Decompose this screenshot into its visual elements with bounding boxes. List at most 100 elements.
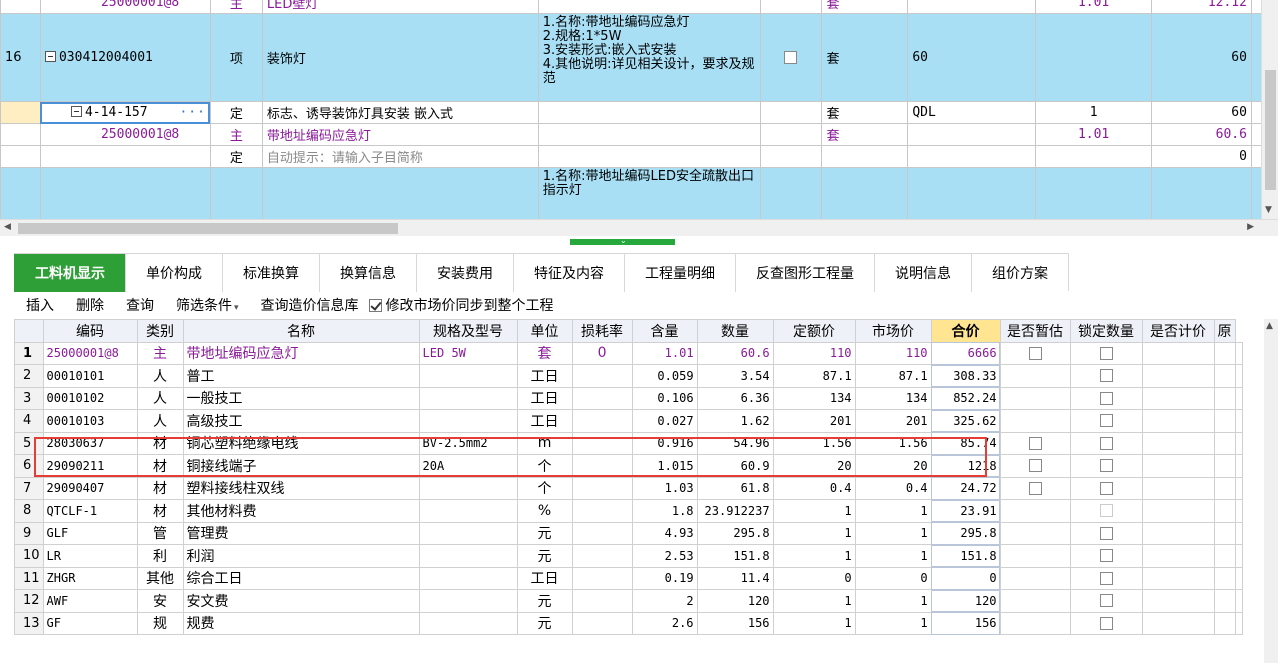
resource-spec[interactable]: BV-2.5mm2 [418,431,518,455]
cell-lock-quantity[interactable] [1069,611,1143,635]
resource-quantity[interactable]: 1.62 [696,409,774,433]
resource-name[interactable]: 其他材料费 [182,499,420,523]
item-qty-expr[interactable] [907,0,1037,14]
resource-quantity[interactable]: 54.96 [696,431,774,455]
resource-code[interactable]: 25000001@8 [42,341,138,365]
checkbox[interactable] [1099,459,1113,473]
checkbox[interactable] [1099,571,1113,585]
col-is-priced[interactable]: 是否计价 [1141,319,1215,343]
table-row[interactable]: 10 LR 利利润元 2.53 151.8 1 1 151.8 [14,544,1243,568]
table-row[interactable]: 4-14-157 ··· 定 标志、诱导装饰灯具安装 嵌入式 套 QDL 1 60 [0,101,1278,124]
item-qty[interactable]: 1.01 [1035,123,1153,146]
resource-code[interactable]: 29090211 [42,454,138,478]
resource-quantity[interactable]: 3.54 [696,364,774,388]
item-code[interactable]: 030412004001 [39,13,211,102]
item-name-hint[interactable]: 自动提示：请输入子目简称 [261,145,539,168]
col-quota-price[interactable]: 定额价 [772,319,856,343]
resource-market-price[interactable]: 134 [854,386,932,410]
table-row[interactable]: 16 030412004001 项 装饰灯 1.名称:带地址编码应急灯 2.规格… [0,13,1278,102]
cell-is-estimate[interactable] [999,341,1071,365]
tab-installation-fees[interactable]: 安装费用 [416,254,513,292]
resource-loss-rate[interactable] [571,476,633,500]
checkbox[interactable] [1099,346,1113,360]
tab-description[interactable]: 说明信息 [874,254,971,292]
cell-lock-quantity[interactable] [1069,341,1143,365]
tab-features-content[interactable]: 特征及内容 [513,254,624,292]
col-market-price[interactable]: 市场价 [854,319,932,343]
cell-lock-quantity[interactable] [1069,454,1143,478]
scroll-up-icon[interactable]: ▲ [1266,321,1273,331]
tab-reverse-graphic-quantity[interactable]: 反查图形工程量 [735,254,874,292]
query-button[interactable]: 查询 [126,295,154,315]
col-original[interactable]: 原 [1213,319,1236,343]
item-qty-expr[interactable] [907,123,1037,146]
resource-code[interactable]: GF [42,611,138,635]
resource-spec[interactable] [418,566,518,590]
scrollbar-thumb[interactable] [18,223,398,234]
resource-content[interactable]: 2 [631,589,698,613]
resource-unit[interactable]: 工日 [516,364,573,388]
item-features[interactable]: 1.名称:带地址编码应急灯 2.规格:1*5W 3.安装形式:嵌入式安装 4.其… [537,13,761,102]
resource-quantity[interactable]: 60.9 [696,454,774,478]
resource-name[interactable]: 铜芯塑料绝缘电线 [182,431,420,455]
collapse-icon[interactable] [70,106,82,117]
checkbox[interactable] [1099,391,1113,405]
cell-is-estimate[interactable] [999,611,1071,635]
checkbox[interactable] [1099,436,1113,450]
item-name[interactable]: LED壁灯 [261,0,539,14]
resource-loss-rate[interactable] [571,454,633,478]
cell-lock-quantity[interactable] [1069,386,1143,410]
item-qty-expr[interactable]: 60 [907,13,1037,102]
resource-loss-rate[interactable] [571,499,633,523]
table-row[interactable]: 9 GLF 管管理费元 4.93 295.8 1 1 295.8 [14,521,1243,545]
cell-lock-quantity[interactable] [1069,589,1143,613]
scrollbar-thumb[interactable] [1265,70,1276,190]
table-row[interactable]: 定 自动提示：请输入子目简称 0 [0,145,1278,168]
resource-spec[interactable] [418,409,518,433]
table-row[interactable]: 13 GF 规规费元 2.6 156 1 1 156 [14,611,1243,635]
resource-content[interactable]: 0.916 [631,431,698,455]
cell-lock-quantity[interactable] [1069,364,1143,388]
checkbox[interactable] [1099,369,1113,383]
resource-code[interactable]: AWF [42,589,138,613]
resource-quantity[interactable]: 120 [696,589,774,613]
tab-quantity-details[interactable]: 工程量明细 [624,254,735,292]
cell-is-estimate[interactable] [999,589,1071,613]
resource-unit[interactable]: 元 [516,611,573,635]
resource-loss-rate[interactable] [571,409,633,433]
resource-market-price[interactable]: 1.56 [854,431,932,455]
resource-unit[interactable]: 套 [516,341,573,365]
item-qty[interactable]: 1.01 [1035,0,1153,14]
resource-spec[interactable] [418,386,518,410]
table-row[interactable]: 25000001@8 主 LED壁灯 套 1.01 12.12 [0,0,1278,14]
resource-spec[interactable] [418,544,518,568]
resource-loss-rate[interactable] [571,521,633,545]
resource-name[interactable]: 规费 [182,611,420,635]
resource-name[interactable]: 安文费 [182,589,420,613]
table-row[interactable]: 12 AWF 安安文费元 2 120 1 1 120 [14,589,1243,613]
resource-market-price[interactable]: 1 [854,589,932,613]
delete-button[interactable]: 删除 [76,295,104,315]
cell-lock-quantity[interactable] [1069,566,1143,590]
table-row[interactable]: 3 00010102 人一般技工 工日 0.106 6.36 134 134 852.24 [14,386,1243,410]
table-row[interactable]: 25000001@8 主 带地址编码应急灯 套 1.01 60.6 [0,123,1278,146]
resource-spec[interactable]: 20A [418,454,518,478]
resource-unit[interactable]: 工日 [516,386,573,410]
item-check[interactable] [759,13,823,102]
item-unit[interactable] [821,145,909,168]
resource-unit[interactable]: % [516,499,573,523]
cell-is-estimate[interactable] [999,499,1071,523]
table-row[interactable]: 4 00010103 人高级技工 工日 0.027 1.62 201 201 325.62 [14,409,1243,433]
resource-quantity[interactable]: 23.912237 [696,499,774,523]
item-unit[interactable]: 套 [821,101,909,124]
resource-market-price[interactable]: 1 [854,611,932,635]
item-unit[interactable]: 套 [821,123,909,146]
cell-lock-quantity[interactable] [1069,409,1143,433]
resource-market-price[interactable]: 110 [854,341,932,365]
col-name[interactable]: 名称 [182,319,420,343]
cell-lock-quantity[interactable] [1069,476,1143,500]
checkbox[interactable] [1099,549,1113,563]
resource-code[interactable]: GLF [42,521,138,545]
resource-name[interactable]: 铜接线端子 [182,454,420,478]
cell-is-estimate[interactable] [999,544,1071,568]
